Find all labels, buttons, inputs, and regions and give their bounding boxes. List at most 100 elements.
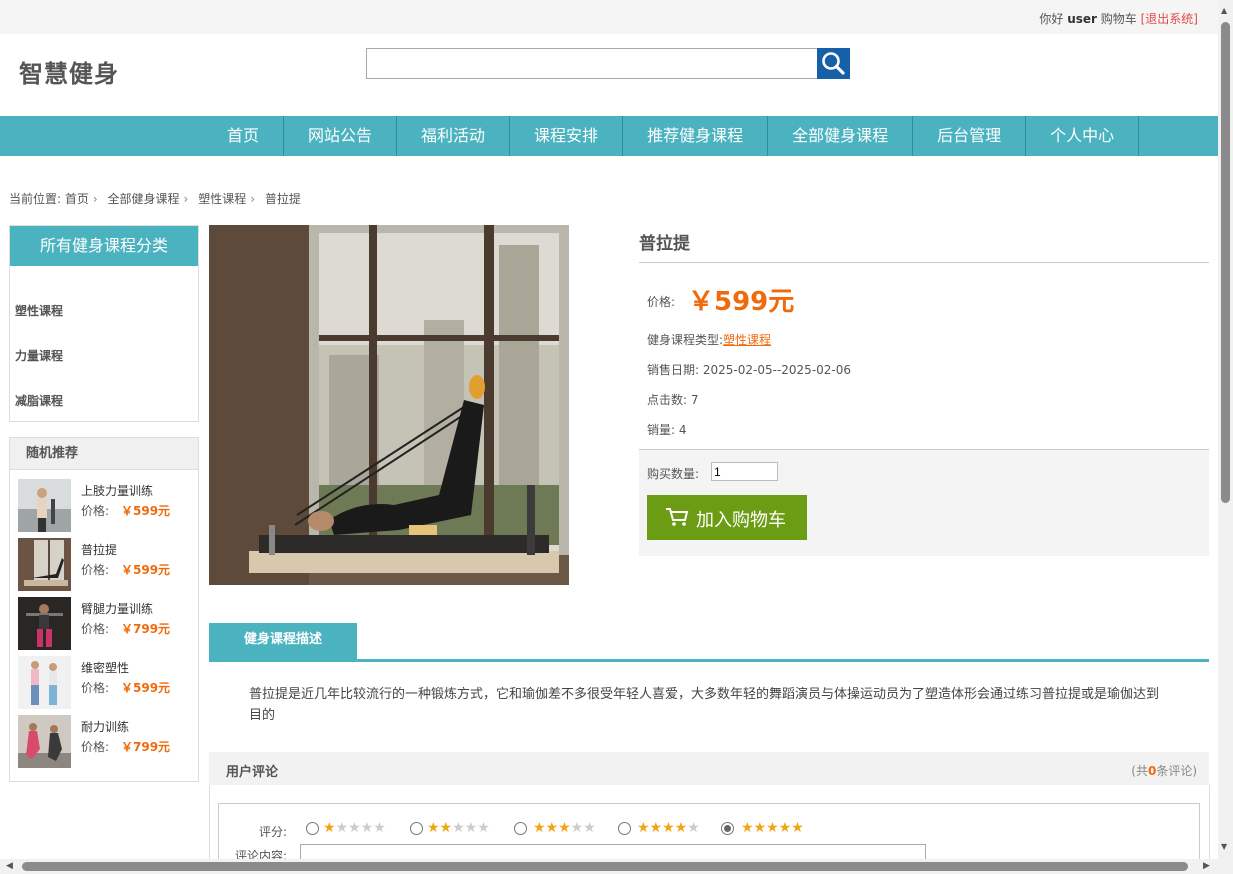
nav-item[interactable]: 网站公告 [284,116,398,156]
nav-item[interactable]: 全部健身课程 [768,116,914,156]
recommend-item[interactable]: 臂腿力量训练 价格: ￥799元 [18,597,193,651]
chevron-right-icon: › [250,192,256,206]
sales-count-label: 销量: [647,423,676,437]
nav-item[interactable]: 后台管理 [913,116,1027,156]
course-price: ￥599元 [121,563,171,577]
rating-radio-2[interactable] [410,822,423,835]
rating-stars-4[interactable]: ★★★★★ [637,820,700,836]
purchase-box: 购买数量: 加入购物车 [639,449,1209,556]
price-label: 价格: [81,740,110,754]
course-name[interactable]: 上肢力量训练 [81,482,153,499]
add-to-cart-button[interactable]: 加入购物车 [647,495,807,540]
sales-count-value: 4 [678,423,687,437]
nav-item[interactable]: 首页 [203,116,285,156]
breadcrumb-item[interactable]: 全部健身课程 [108,192,180,206]
course-type-link[interactable]: 塑性课程 [723,333,771,347]
chevron-right-icon: › [92,192,98,206]
quantity-input[interactable] [711,462,778,481]
click-count-value: 7 [690,393,699,407]
course-thumbnail[interactable] [18,715,71,768]
rating-stars-1[interactable]: ★★★★★ [323,820,386,836]
course-price: ￥599元 [121,504,171,518]
username: user [1067,12,1097,26]
breadcrumb-item[interactable]: 首页 [65,192,89,206]
top-bar: 你好 user 购物车 [退出系统] [0,0,1218,34]
logout-link[interactable]: [退出系统] [1141,12,1198,26]
rating-radio-3[interactable] [514,822,527,835]
site-logo[interactable]: 智慧健身 [19,54,119,89]
breadcrumb-item[interactable]: 塑性课程 [198,192,246,206]
recommend-item[interactable]: 上肢力量训练 价格: ￥599元 [18,479,193,533]
vertical-scrollbar[interactable]: ▲ ▼ [1218,0,1233,874]
vertical-scroll-thumb[interactable] [1221,22,1230,503]
header: 智慧健身 [0,34,1218,116]
rating-label: 评分: [259,825,288,839]
count-prefix: (共 [1131,764,1148,778]
rating-stars-2[interactable]: ★★★★★ [427,820,490,836]
category-item[interactable]: 力量课程 [15,347,63,364]
user-links: 你好 user 购物车 [退出系统] [1039,10,1198,27]
nav-item[interactable]: 推荐健身课程 [623,116,769,156]
scroll-down-icon[interactable]: ▼ [1221,842,1227,851]
recommend-panel: 随机推荐 上肢力量训练 价格: ￥599元 普拉提 价格: ￥599元 臂腿力量… [9,437,199,782]
pilates-photo [209,225,569,585]
nav-item[interactable]: 课程安排 [510,116,624,156]
rating-radio-5[interactable] [721,822,734,835]
search-button[interactable] [817,48,850,79]
course-price: ￥799元 [121,622,171,636]
comments-count: (共0条评论) [1131,762,1197,779]
sale-date-value: 2025-02-05--2025-02-06 [702,363,852,377]
scroll-up-icon[interactable]: ▲ [1221,6,1227,15]
price-label: 价格: [81,681,110,695]
category-item[interactable]: 塑性课程 [15,302,63,319]
chevron-right-icon: › [183,192,189,206]
count-suffix: 条评论) [1156,764,1197,778]
description-tabs: 健身课程描述 [209,623,1209,662]
click-count-label: 点击数: [647,393,688,407]
cart-link[interactable]: 购物车 [1101,12,1137,26]
cart-icon [666,508,689,526]
product-title: 普拉提 [639,234,690,254]
course-type-label: 健身课程类型: [647,333,724,347]
course-thumbnail[interactable] [18,479,71,532]
add-to-cart-label: 加入购物车 [696,510,786,531]
tab-description[interactable]: 健身课程描述 [209,623,357,659]
comments-header: 用户评论 (共0条评论) [209,752,1209,785]
quantity-label: 购买数量: [647,467,700,481]
search-input[interactable] [366,48,819,79]
page: 你好 user 购物车 [退出系统] 智慧健身 首页 网站公告 福利活动 课程安排 推荐… [0,0,1218,874]
category-item[interactable]: 减脂课程 [15,392,63,409]
sales-count: 销量: 4 [647,421,687,438]
price-label: 价格: [81,622,110,636]
recommend-item[interactable]: 维密塑性 价格: ￥599元 [18,656,193,710]
course-name[interactable]: 臂腿力量训练 [81,600,153,617]
rating-radio-4[interactable] [618,822,631,835]
nav-item[interactable]: 福利活动 [397,116,511,156]
recommend-item[interactable]: 普拉提 价格: ￥599元 [18,538,193,592]
course-name[interactable]: 耐力训练 [81,718,129,735]
nav-items: 首页 网站公告 福利活动 课程安排 推荐健身课程 全部健身课程 后台管理 个人中心 [203,116,1140,156]
scroll-left-icon[interactable]: ◀ [6,861,13,871]
rating-stars-3[interactable]: ★★★★★ [533,820,596,836]
recommend-title: 随机推荐 [10,438,198,470]
horizontal-scrollbar[interactable]: ◀ ▶ [0,859,1218,874]
course-type: 健身课程类型:塑性课程 [647,331,771,348]
course-thumbnail[interactable] [18,656,71,709]
scroll-right-icon[interactable]: ▶ [1203,861,1210,871]
main-nav: 首页 网站公告 福利活动 课程安排 推荐健身课程 全部健身课程 后台管理 个人中心 [0,116,1218,156]
price-label: 价格: [647,295,676,309]
sale-date: 销售日期: 2025-02-05--2025-02-06 [647,361,851,378]
search-icon [822,52,845,75]
recommend-item[interactable]: 耐力训练 价格: ￥799元 [18,715,193,769]
horizontal-scroll-thumb[interactable] [22,862,1188,871]
rating-radio-1[interactable] [306,822,319,835]
rating-stars-5[interactable]: ★★★★★ [741,820,804,836]
nav-item[interactable]: 个人中心 [1026,116,1140,156]
price-label: 价格: [81,504,110,518]
course-name[interactable]: 维密塑性 [81,659,129,676]
course-thumbnail[interactable] [18,597,71,650]
course-name[interactable]: 普拉提 [81,541,117,558]
breadcrumb-prefix: 当前位置: [9,192,62,206]
category-panel-title: 所有健身课程分类 [10,226,198,266]
course-thumbnail[interactable] [18,538,71,591]
